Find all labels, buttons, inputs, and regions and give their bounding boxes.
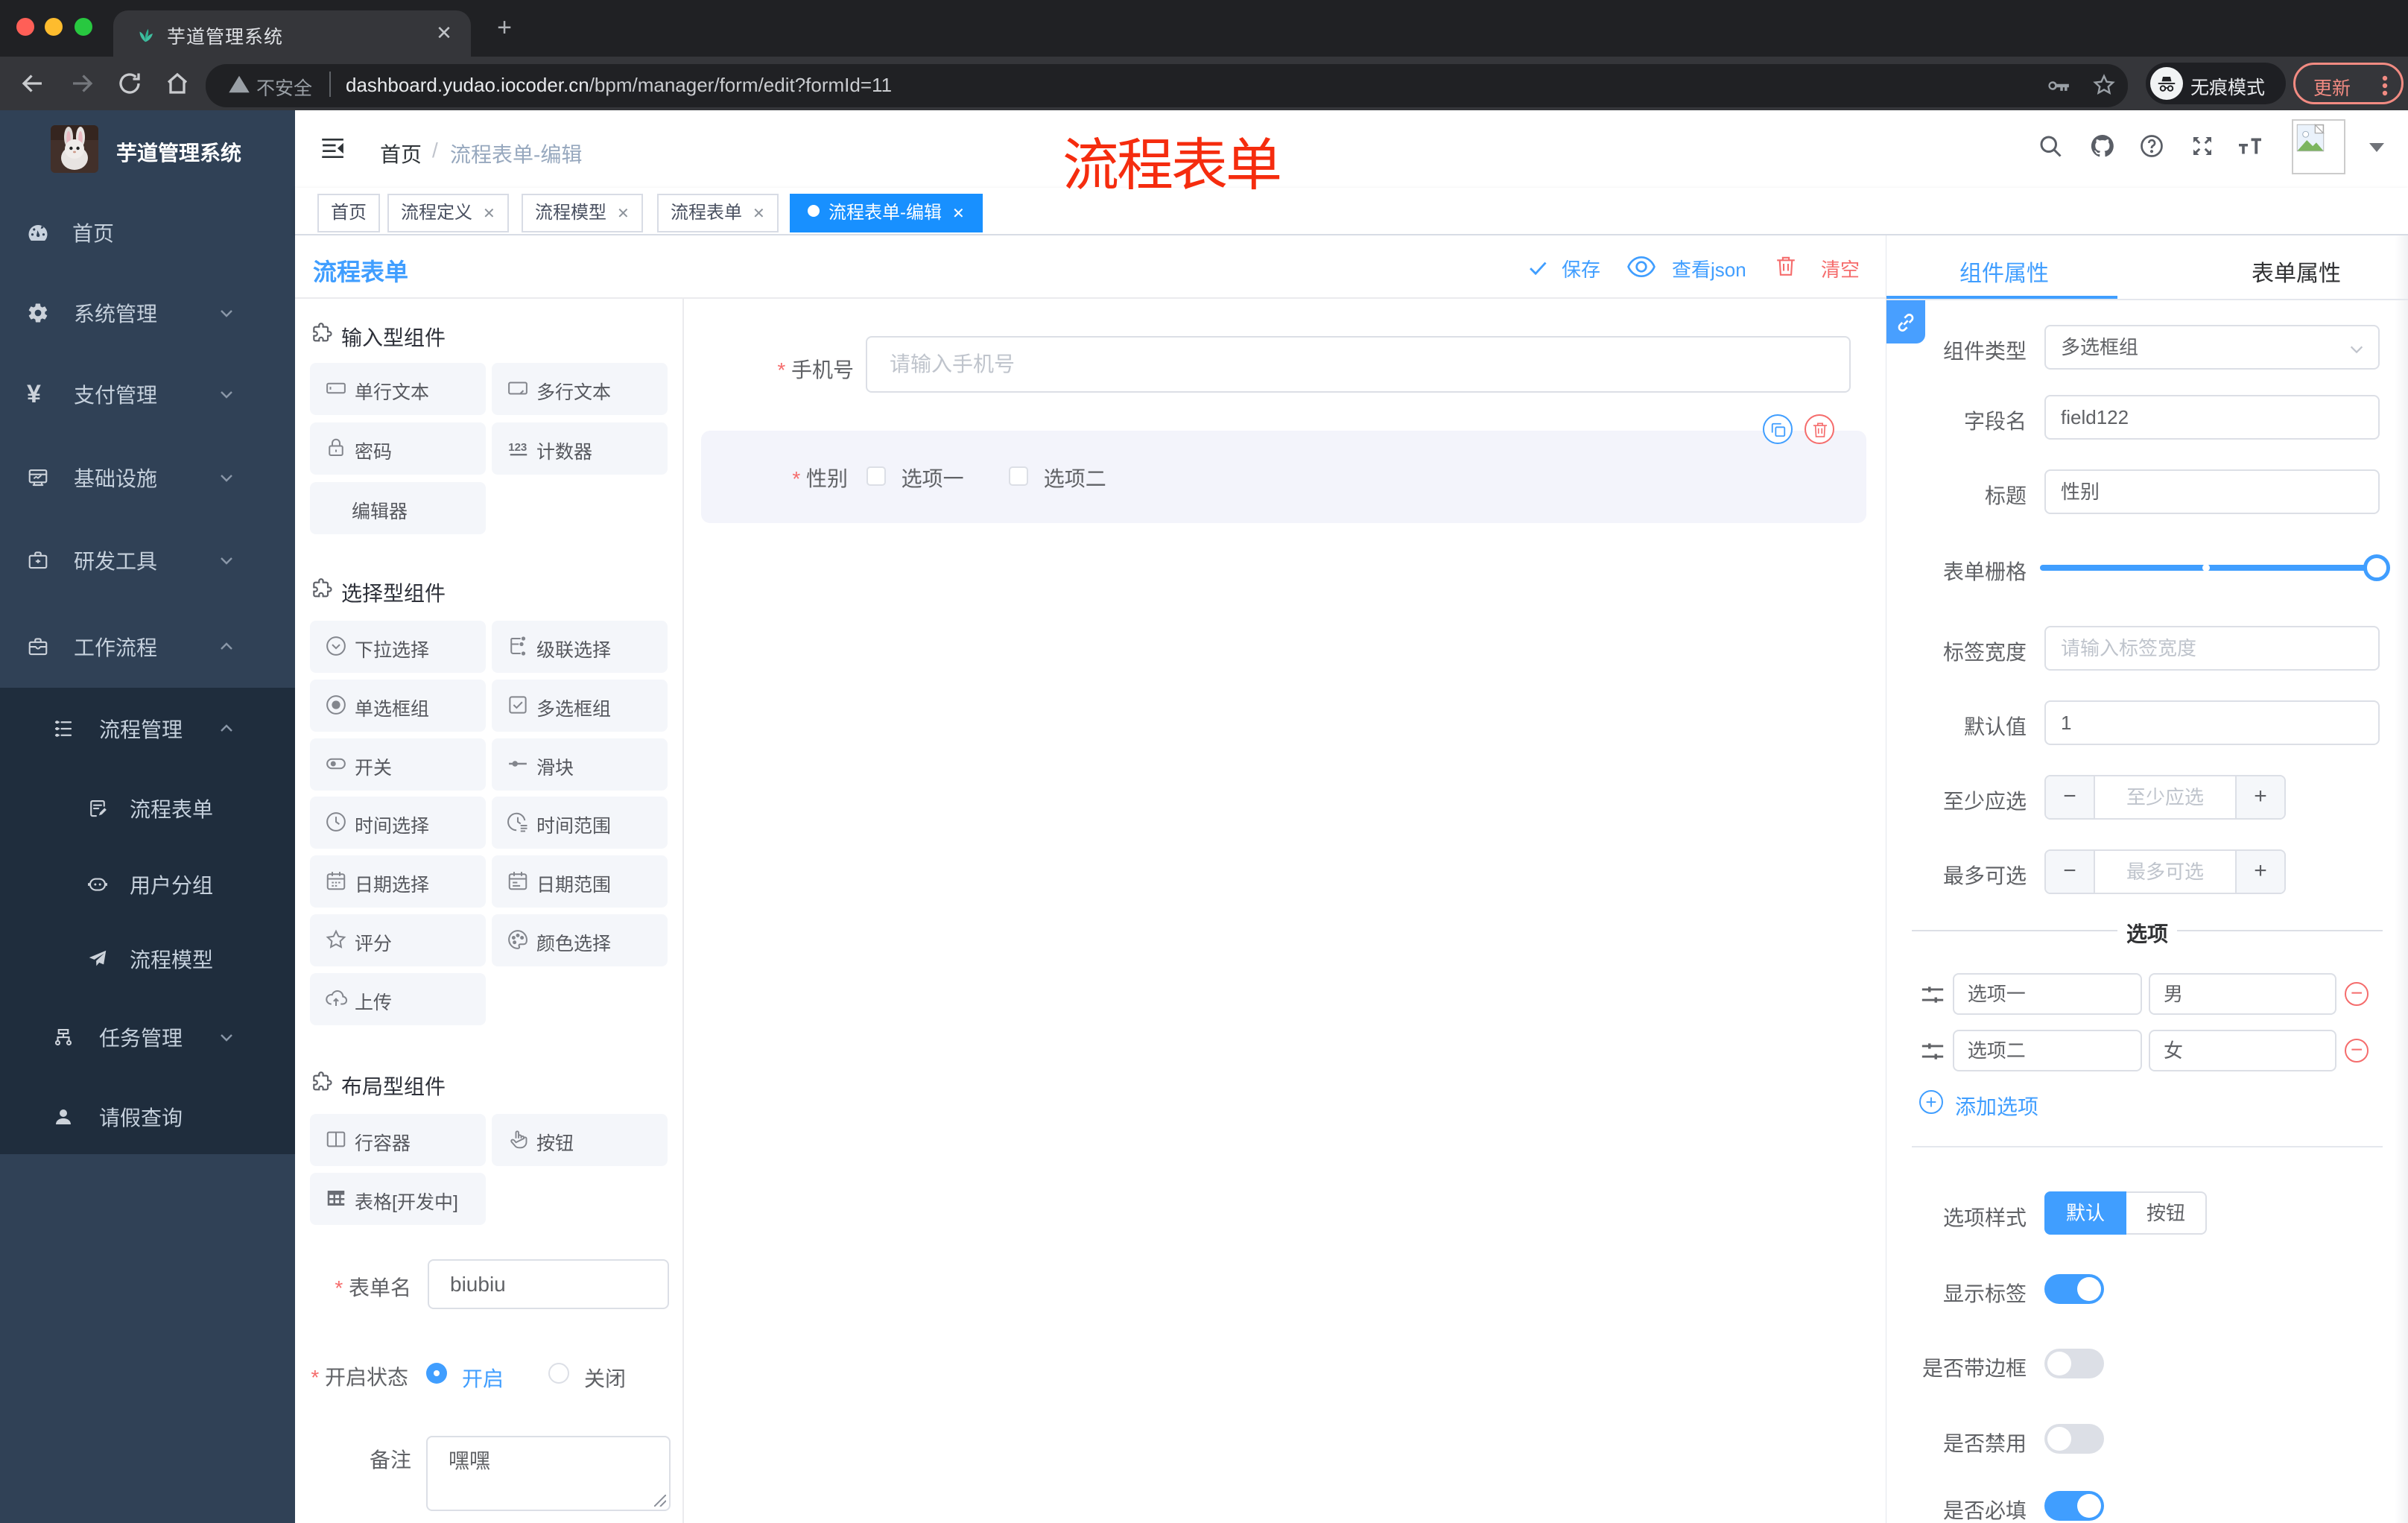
svg-text:123: 123: [508, 441, 527, 454]
